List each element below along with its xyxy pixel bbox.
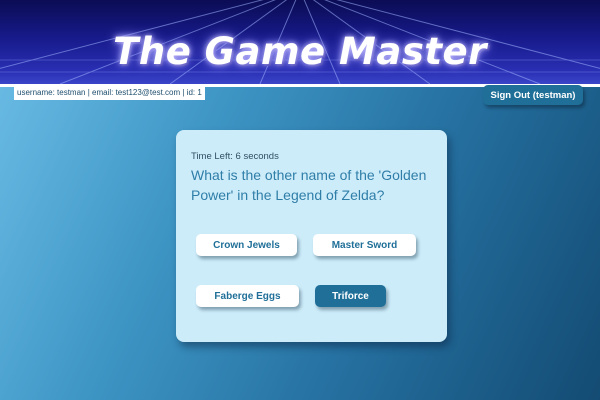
site-title: The Game Master xyxy=(113,30,487,73)
answer-button-crown-jewels[interactable]: Crown Jewels xyxy=(196,234,297,256)
sign-out-button[interactable]: Sign Out (testman) xyxy=(483,85,583,105)
header-banner: The Game Master xyxy=(0,0,600,84)
question-card: Time Left: 6 seconds What is the other n… xyxy=(176,130,447,342)
time-left-text: Time Left: 6 seconds xyxy=(191,151,279,162)
answer-button-triforce[interactable]: Triforce xyxy=(315,285,386,307)
answer-button-master-sword[interactable]: Master Sword xyxy=(313,234,416,256)
user-info-text: username: testman | email: test123@test.… xyxy=(14,86,205,100)
answer-button-faberge-eggs[interactable]: Faberge Eggs xyxy=(196,285,299,307)
question-text: What is the other name of the 'Golden Po… xyxy=(191,167,427,203)
